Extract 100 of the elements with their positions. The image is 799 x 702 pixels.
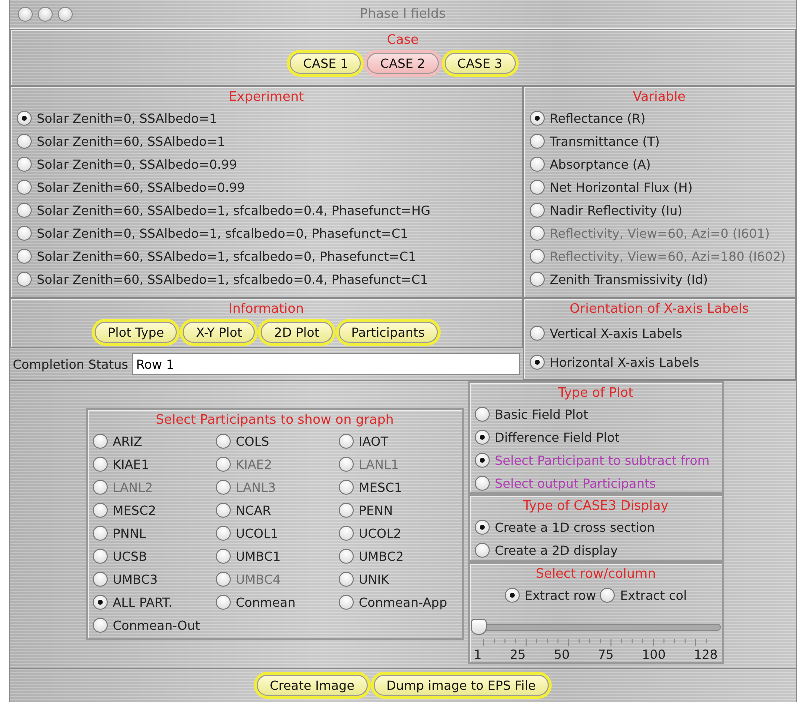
option-label: UCOL1 bbox=[236, 526, 279, 541]
radio-button[interactable] bbox=[530, 203, 545, 218]
option-label: LANL1 bbox=[359, 457, 400, 472]
tick-label: 25 bbox=[510, 647, 526, 662]
radio-button[interactable] bbox=[339, 595, 354, 610]
option-label: Zenith Transmissivity (Id) bbox=[550, 272, 708, 287]
radio-button[interactable] bbox=[530, 111, 545, 126]
tick-label: 50 bbox=[554, 647, 570, 662]
radio-button[interactable] bbox=[530, 355, 545, 370]
information-button[interactable]: X-Y Plot bbox=[183, 322, 256, 343]
radio-button[interactable] bbox=[339, 503, 354, 518]
radio-button[interactable] bbox=[339, 572, 354, 587]
option-label: Difference Field Plot bbox=[495, 430, 620, 445]
radio-button[interactable] bbox=[17, 226, 32, 241]
section-heading: Information bbox=[228, 302, 304, 317]
radio-button[interactable] bbox=[93, 618, 108, 633]
radio-button[interactable] bbox=[17, 134, 32, 149]
action-button[interactable]: Create Image bbox=[257, 675, 368, 696]
option-label: Extract col bbox=[620, 588, 688, 603]
radio-button[interactable] bbox=[216, 595, 231, 610]
radio-button[interactable] bbox=[216, 503, 231, 518]
radio-button[interactable] bbox=[530, 326, 545, 341]
option-label: ALL PART. bbox=[113, 595, 173, 610]
action-button[interactable]: Dump image to EPS File bbox=[374, 675, 549, 696]
option-label: NCAR bbox=[236, 503, 272, 518]
radio-button[interactable] bbox=[475, 407, 490, 422]
window-title: Phase I fields bbox=[359, 6, 447, 22]
information-button[interactable]: Plot Type bbox=[95, 322, 178, 343]
option-label: LANL3 bbox=[236, 480, 276, 495]
radio-button[interactable] bbox=[17, 111, 32, 126]
radio-button[interactable] bbox=[475, 543, 490, 558]
radio-button[interactable] bbox=[475, 453, 490, 468]
radio-button[interactable] bbox=[339, 434, 354, 449]
option-label: MESC2 bbox=[113, 503, 156, 518]
case-button[interactable]: CASE 3 bbox=[444, 53, 516, 74]
radio-button[interactable] bbox=[339, 480, 354, 495]
option-label: KIAE1 bbox=[113, 457, 150, 472]
section-heading: Case bbox=[387, 33, 419, 48]
radio-button[interactable] bbox=[93, 434, 108, 449]
option-label: Conmean bbox=[236, 595, 296, 610]
radio-button[interactable] bbox=[530, 180, 545, 195]
radio-button[interactable] bbox=[339, 549, 354, 564]
case-button[interactable]: CASE 1 bbox=[290, 53, 362, 74]
radio-button[interactable] bbox=[17, 180, 32, 195]
option-label: UCSB bbox=[113, 549, 148, 564]
completion-status-field[interactable]: Row 1 bbox=[132, 353, 520, 375]
option-label: Solar Zenith=0, SSAlbedo=1, sfcalbedo=0, Phasefunct=C1 bbox=[37, 226, 408, 241]
option-label: Select output Participants bbox=[495, 476, 656, 491]
option-label: Conmean-App bbox=[359, 595, 448, 610]
information-button[interactable]: Participants bbox=[338, 322, 438, 343]
section-heading: Select row/column bbox=[536, 567, 656, 582]
radio-button[interactable] bbox=[17, 249, 32, 264]
case-button[interactable]: CASE 2 bbox=[367, 53, 439, 74]
radio-button[interactable] bbox=[475, 520, 490, 535]
window-control-icon[interactable] bbox=[38, 6, 53, 22]
option-label: Solar Zenith=60, SSAlbedo=1, sfcalbedo=0, Phasefunct=C1 bbox=[37, 249, 416, 264]
radio-button[interactable] bbox=[600, 588, 616, 603]
radio-button[interactable] bbox=[17, 272, 32, 287]
option-label: Solar Zenith=0, SSAlbedo=0.99 bbox=[37, 157, 238, 172]
option-label: UMBC3 bbox=[113, 572, 158, 587]
section-heading: Variable bbox=[633, 90, 686, 105]
slider[interactable] bbox=[471, 619, 721, 635]
slider-thumb[interactable] bbox=[471, 619, 487, 635]
radio-button[interactable] bbox=[93, 572, 108, 587]
tick-label: 100 bbox=[642, 647, 666, 662]
radio-button[interactable] bbox=[17, 203, 32, 218]
window-control-icon[interactable] bbox=[18, 6, 33, 22]
radio-button[interactable] bbox=[504, 588, 520, 603]
option-label: Solar Zenith=0, SSAlbedo=1 bbox=[37, 111, 218, 126]
radio-button[interactable] bbox=[93, 457, 108, 472]
radio-button[interactable] bbox=[216, 549, 231, 564]
tick-label: 128 bbox=[694, 647, 718, 662]
option-label: Create a 1D cross section bbox=[495, 520, 656, 535]
radio-button[interactable] bbox=[93, 595, 108, 610]
radio-button[interactable] bbox=[530, 272, 545, 287]
option-label: Reflectance (R) bbox=[550, 111, 646, 126]
information-button[interactable]: 2D Plot bbox=[261, 322, 333, 343]
radio-button[interactable] bbox=[339, 526, 354, 541]
section-heading: Experiment bbox=[228, 90, 304, 105]
radio-button[interactable] bbox=[93, 526, 108, 541]
section-heading: Type of Plot bbox=[558, 386, 634, 401]
radio-button[interactable] bbox=[475, 476, 490, 491]
option-label: PNNL bbox=[113, 526, 146, 541]
radio-button[interactable] bbox=[475, 430, 490, 445]
radio-button[interactable] bbox=[216, 526, 231, 541]
window-control-icon[interactable] bbox=[58, 6, 73, 22]
option-label: UMBC4 bbox=[236, 572, 281, 587]
radio-button[interactable] bbox=[216, 434, 231, 449]
radio-button[interactable] bbox=[17, 157, 32, 172]
radio-button[interactable] bbox=[530, 134, 545, 149]
radio-button[interactable] bbox=[93, 549, 108, 564]
field-label: Completion Status bbox=[13, 356, 128, 372]
radio-button[interactable] bbox=[530, 157, 545, 172]
option-label: ARIZ bbox=[113, 434, 142, 449]
radio-button[interactable] bbox=[93, 503, 108, 518]
option-label: Absorptance (A) bbox=[550, 157, 652, 172]
option-label: UMBC2 bbox=[359, 549, 404, 564]
option-label: Solar Zenith=60, SSAlbedo=1 bbox=[37, 134, 226, 149]
option-label: Basic Field Plot bbox=[495, 407, 588, 422]
option-label: Extract row bbox=[524, 588, 596, 603]
